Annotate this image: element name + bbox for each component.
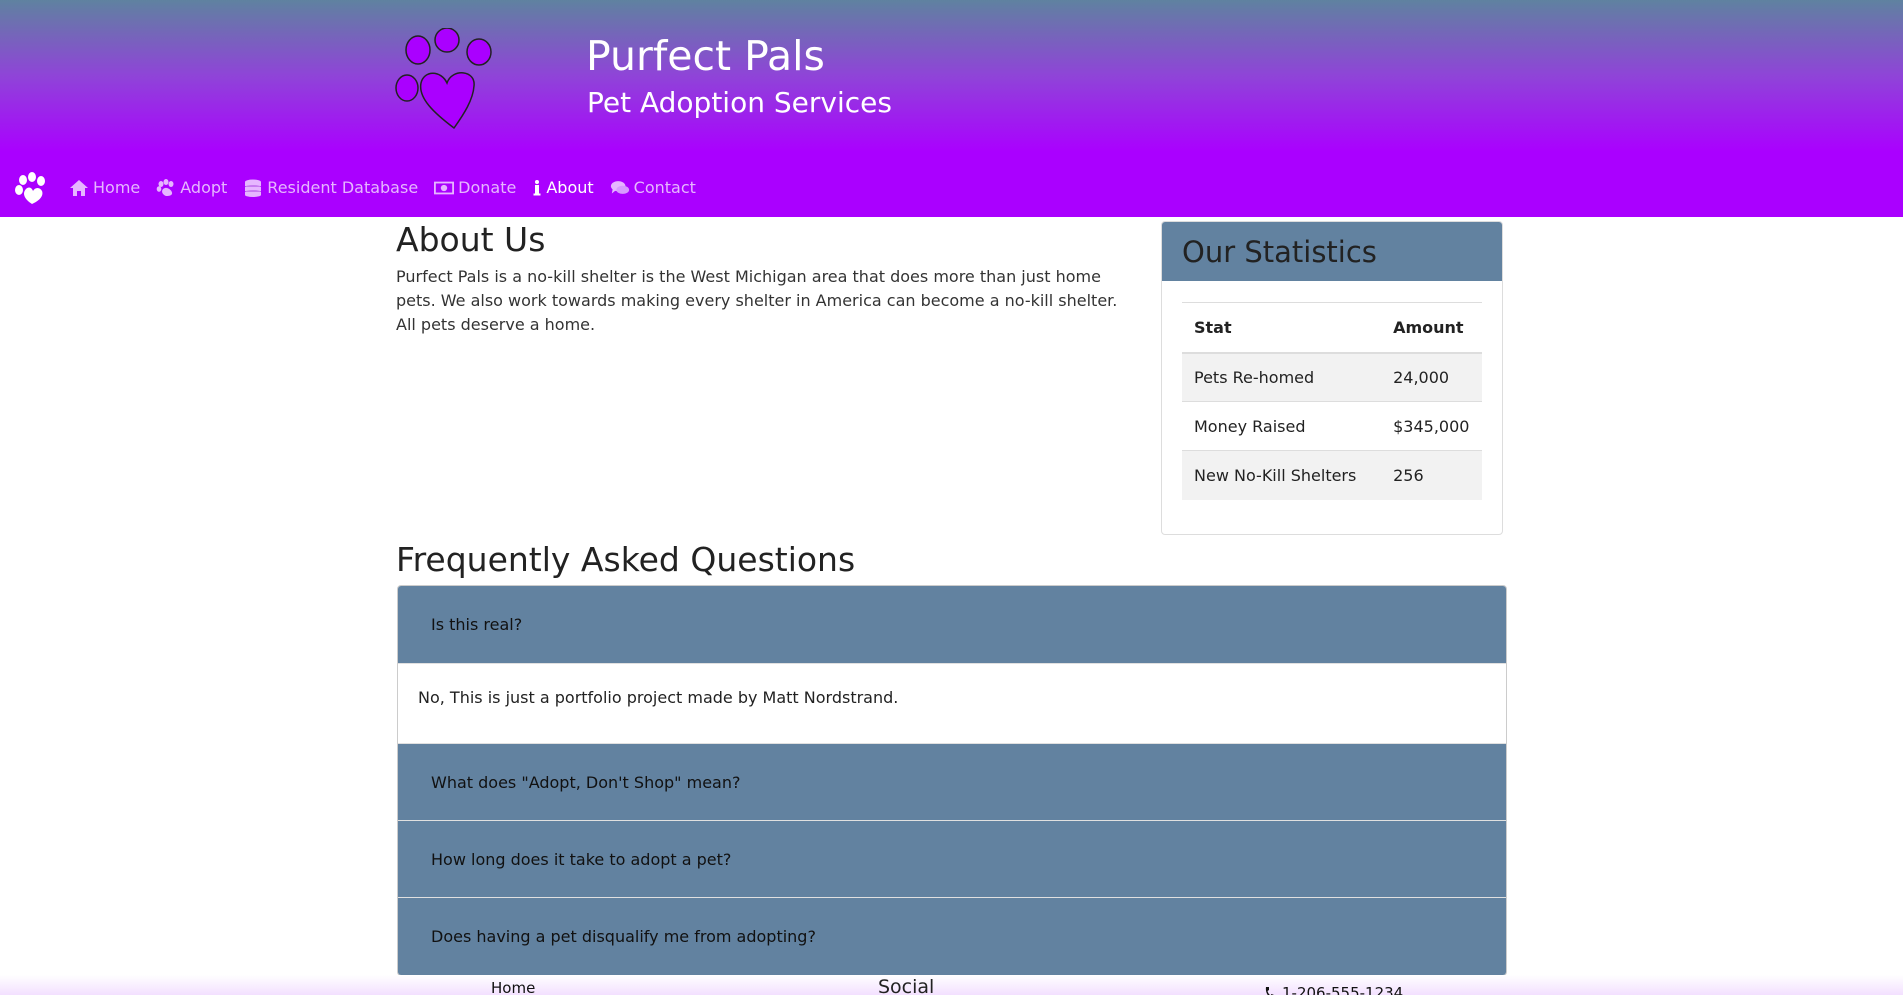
site-header: Purfect Pals Pet Adoption Services Home … xyxy=(0,0,1903,217)
faq-question[interactable]: Does having a pet disqualify me from ado… xyxy=(398,898,1506,975)
site-footer xyxy=(0,975,1903,995)
statistics-table: Stat Amount Pets Re-homed 24,000 Money R… xyxy=(1182,302,1482,500)
nav-resident-database[interactable]: Resident Database xyxy=(243,178,418,197)
footer-phone-number: 1-206-555-1234 xyxy=(1282,984,1404,995)
nav-resident-database-label: Resident Database xyxy=(267,178,419,197)
phone-icon xyxy=(1265,987,1274,995)
faq-question[interactable]: Is this real? xyxy=(398,586,1506,664)
table-row: Money Raised $345,000 xyxy=(1182,401,1482,451)
nav-about-label: About xyxy=(546,178,594,197)
nav-contact[interactable]: Contact xyxy=(610,178,696,197)
table-header-row: Stat Amount xyxy=(1182,302,1482,354)
footer-social-heading: Social xyxy=(878,976,935,995)
nav-adopt-label: Adopt xyxy=(180,178,228,197)
table-cell: Money Raised xyxy=(1182,401,1382,451)
table-row: Pets Re-homed 24,000 xyxy=(1182,352,1482,402)
statistics-card: Our Statistics Stat Amount Pets Re-homed… xyxy=(1161,221,1503,535)
nav-about[interactable]: About xyxy=(532,178,594,197)
table-cell: $345,000 xyxy=(1381,401,1482,451)
paw-heart-icon[interactable] xyxy=(394,28,496,130)
nav-contact-label: Contact xyxy=(633,178,696,197)
footer-phone[interactable]: 1-206-555-1234 xyxy=(1264,984,1403,995)
navbar: Home Adopt Resident Database Donate Abou… xyxy=(0,172,1903,206)
faq-title: Frequently Asked Questions xyxy=(396,540,856,579)
column-header: Amount xyxy=(1381,302,1482,354)
faq-answer: No, This is just a portfolio project mad… xyxy=(398,664,1506,744)
comments-icon xyxy=(610,180,629,194)
nav-adopt[interactable]: Adopt xyxy=(156,178,227,197)
table-cell: 24,000 xyxy=(1381,352,1482,402)
site-title: Purfect Pals xyxy=(586,32,825,80)
about-title: About Us xyxy=(396,220,546,259)
paw-icon xyxy=(156,178,174,196)
nav-donate-label: Donate xyxy=(458,178,517,197)
statistics-title: Our Statistics xyxy=(1162,222,1502,281)
table-cell: New No-Kill Shelters xyxy=(1182,450,1382,500)
table-cell: 256 xyxy=(1381,450,1482,500)
money-icon xyxy=(434,181,455,194)
nav-home[interactable]: Home xyxy=(69,178,140,197)
paw-icon[interactable] xyxy=(14,172,48,206)
footer-home-link[interactable]: Home xyxy=(491,979,535,995)
about-text: Purfect Pals is a no-kill shelter is the… xyxy=(396,267,1118,334)
home-icon xyxy=(70,179,88,196)
faq-question[interactable]: What does "Adopt, Don't Shop" mean? xyxy=(398,744,1506,821)
nav-donate[interactable]: Donate xyxy=(434,178,516,197)
faq-question[interactable]: How long does it take to adopt a pet? xyxy=(398,821,1506,898)
table-row: New No-Kill Shelters 256 xyxy=(1182,450,1482,500)
nav-home-label: Home xyxy=(93,178,141,197)
site-subtitle: Pet Adoption Services xyxy=(587,86,892,119)
faq-accordion: Is this real? No, This is just a portfol… xyxy=(397,585,1507,976)
database-icon xyxy=(245,179,262,197)
info-icon xyxy=(533,179,541,195)
table-cell: Pets Re-homed xyxy=(1182,352,1382,402)
column-header: Stat xyxy=(1182,302,1382,354)
